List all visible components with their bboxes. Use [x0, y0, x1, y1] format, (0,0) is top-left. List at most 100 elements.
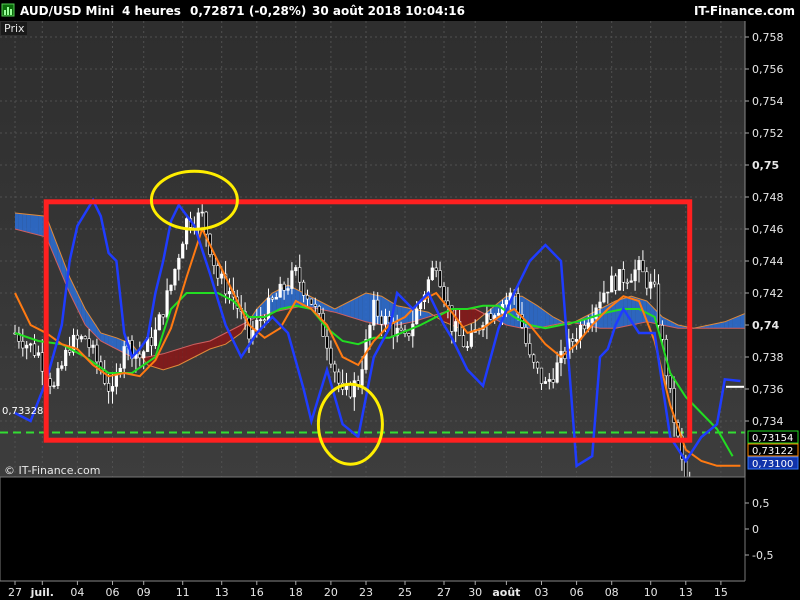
candle-body: [641, 260, 645, 273]
candle-body: [220, 273, 224, 279]
y-tick-label: 0,744: [752, 255, 784, 268]
x-tick-label: 06: [570, 586, 584, 599]
candle-body: [660, 324, 664, 340]
candle-body: [590, 318, 594, 324]
candle-body: [40, 352, 44, 372]
candle-body: [535, 361, 540, 369]
candle-body: [598, 301, 602, 309]
candle-body: [107, 383, 111, 392]
candle-body: [613, 275, 618, 291]
price-chart[interactable]: AUD/USD Mini 4 heures 0,72871 (-0,28%) 3…: [0, 0, 800, 600]
oscillator-panel[interactable]: [0, 476, 746, 582]
candle-body: [376, 299, 380, 317]
x-tick-label: 20: [324, 586, 338, 599]
candle-body: [551, 379, 555, 383]
y-tick-label: 0,756: [752, 63, 784, 76]
candle-body: [496, 312, 501, 316]
y-tick-label: 0,75: [752, 159, 779, 172]
value-tag-text: 0,73100: [752, 459, 793, 470]
candle-body: [262, 319, 267, 322]
x-tick-label: 06: [106, 586, 120, 599]
x-tick-label: 18: [289, 586, 303, 599]
candle-body: [91, 344, 95, 348]
candle-body: [656, 283, 661, 326]
candle-body: [216, 265, 220, 279]
y-tick-label: 0,754: [752, 95, 784, 108]
candle-body: [333, 363, 337, 373]
candle-body: [196, 212, 200, 229]
cloud-segment: [354, 297, 359, 320]
datetime-label: 30 août 2018 10:04:16: [312, 4, 465, 18]
symbol-title: AUD/USD Mini: [20, 4, 114, 18]
candle-body: [274, 296, 278, 300]
cloud-segment: [167, 351, 171, 369]
candle-body: [68, 349, 72, 353]
candle-body: [555, 362, 559, 383]
cloud-segment: [272, 291, 277, 313]
candle-body: [528, 343, 532, 356]
candle-body: [629, 280, 633, 283]
candle-body: [138, 353, 142, 359]
x-tick-label: 04: [70, 586, 84, 599]
candle-body: [64, 349, 68, 366]
x-tick-label: 30: [468, 586, 482, 599]
candle-body: [383, 316, 388, 325]
osc-tick-label: 0: [752, 523, 759, 536]
candle-body: [21, 341, 25, 349]
cloud-segment: [401, 306, 405, 325]
candle-body: [415, 308, 419, 325]
y-tick-label: 0,748: [752, 191, 784, 204]
candle-body: [25, 344, 29, 349]
candle-body: [645, 271, 649, 289]
cloud-segment: [178, 347, 183, 365]
cloud-segment: [736, 315, 741, 329]
candle-body: [434, 267, 438, 271]
candle-body: [282, 283, 286, 291]
cloud-segment: [159, 353, 164, 370]
candle-body: [122, 346, 126, 369]
candle-body: [95, 344, 99, 363]
osc-tick-label: -0,5: [752, 549, 773, 562]
candle-body: [649, 281, 653, 289]
chart-icon-bar: [4, 10, 6, 15]
cloud-segment: [171, 350, 175, 368]
candle-body: [430, 267, 434, 280]
candle-body: [465, 346, 470, 348]
candle-body: [411, 323, 415, 337]
candle-body: [391, 322, 395, 337]
cloud-segment: [467, 309, 472, 325]
cloud-segment: [30, 214, 35, 234]
candle-body: [633, 269, 637, 282]
candle-body: [438, 270, 442, 287]
candle-body: [75, 334, 79, 340]
cloud-segment: [463, 309, 468, 327]
candle-body: [610, 275, 614, 293]
candle-body: [36, 352, 40, 356]
y-tick-label: 0,734: [752, 415, 784, 428]
timeframe-label: 4 heures: [122, 4, 181, 18]
x-tick-label: 23: [359, 586, 373, 599]
candle-body: [337, 371, 341, 384]
candle-body: [149, 337, 154, 346]
candle-body: [317, 306, 321, 314]
cloud-segment: [346, 301, 351, 317]
candle-body: [255, 319, 259, 331]
candle-body: [153, 329, 158, 346]
cloud-segment: [740, 313, 745, 329]
price-panel[interactable]: [0, 21, 745, 477]
cloud-segment: [350, 299, 355, 319]
candle-body: [266, 297, 271, 322]
candle-body: [329, 347, 333, 365]
candle-body: [504, 299, 509, 305]
candle-body: [173, 268, 177, 286]
candle-body: [571, 338, 575, 342]
y-tick-label: 0,758: [752, 31, 784, 44]
candle-body: [313, 303, 317, 307]
last-price-label: 0,72871 (-0,28%): [190, 4, 306, 18]
cloud-segment: [186, 345, 191, 361]
candle-body: [625, 281, 629, 284]
candle-body: [298, 267, 302, 283]
candle-body: [28, 343, 33, 346]
x-tick-label: 13: [215, 586, 229, 599]
candle-body: [372, 299, 376, 326]
